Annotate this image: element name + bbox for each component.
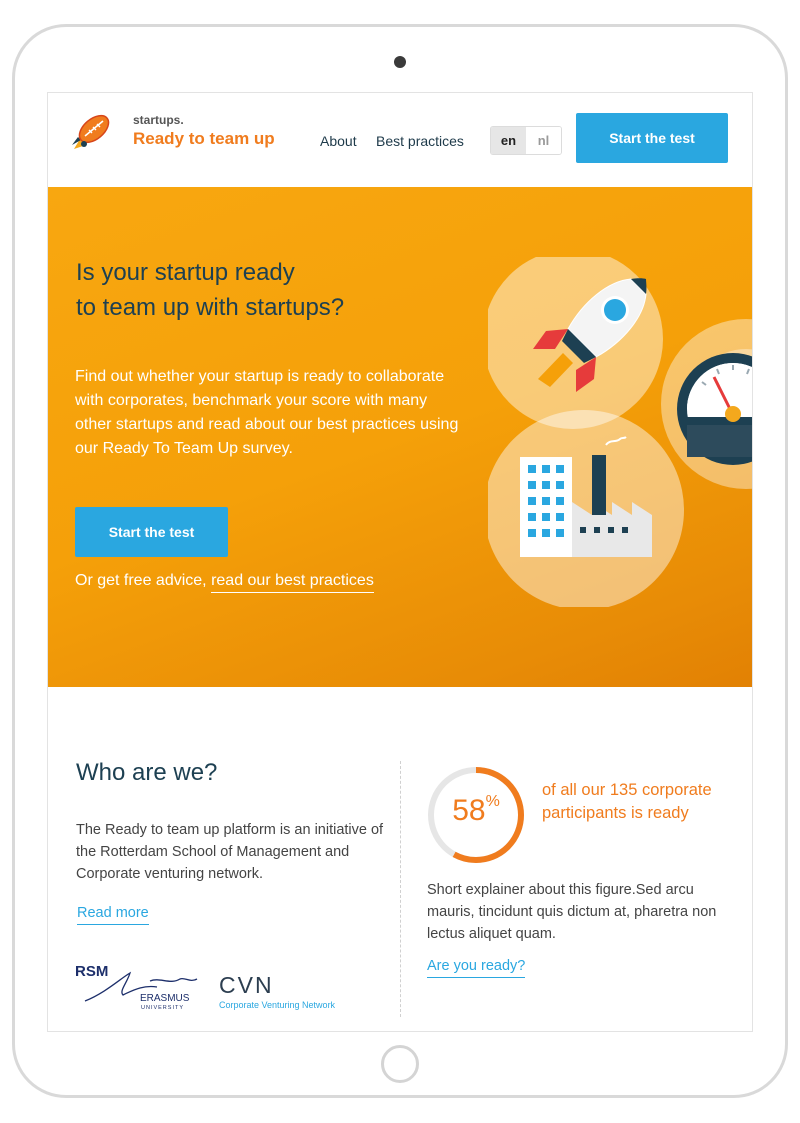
advice-prefix: Or get free advice, (75, 572, 212, 589)
hero-advice: Or get free advice, read our best practi… (75, 572, 374, 593)
home-button[interactable] (381, 1045, 419, 1083)
hero-illustration (488, 257, 752, 607)
nav-best-practices[interactable]: Best practices (376, 133, 464, 149)
start-test-button-hero[interactable]: Start the test (75, 507, 228, 557)
svg-text:CVN: CVN (219, 973, 274, 998)
are-you-ready-link[interactable]: Are you ready? (427, 958, 526, 978)
start-test-button-header[interactable]: Start the test (576, 113, 728, 163)
hero-title-line1: Is your startup ready (76, 259, 295, 286)
svg-text:ERASMUS: ERASMUS (140, 993, 190, 1004)
cvn-logo[interactable]: CVN Corporate Venturing Network (218, 973, 378, 1013)
stat-explainer: Short explainer about this figure.Sed ar… (427, 882, 717, 942)
screen: startups. Ready to team up About Best pr… (47, 92, 753, 1032)
hero-title-line2: to team up with startups? (76, 294, 345, 321)
stat-caption: of all our 135 corporate participants is… (542, 781, 712, 822)
site-header: startups. Ready to team up About Best pr… (48, 93, 752, 187)
hero-title: Is your startup ready to team up with st… (76, 255, 456, 325)
svg-text:RSM: RSM (75, 963, 108, 980)
column-divider (400, 761, 401, 1017)
best-practices-link[interactable]: read our best practices (211, 572, 374, 593)
hero-section: Is your startup ready to team up with st… (48, 187, 752, 687)
language-switch: en nl (490, 126, 562, 155)
rsm-erasmus-logo[interactable]: RSM ERASMUS UNIVERSITY (75, 959, 205, 1011)
brand-title[interactable]: Ready to team up (133, 129, 275, 149)
stat-number: 58 (452, 794, 486, 827)
lang-en[interactable]: en (491, 127, 526, 154)
nav-about[interactable]: About (320, 133, 357, 149)
camera (394, 56, 406, 68)
who-title: Who are we? (76, 759, 218, 786)
lang-nl[interactable]: nl (526, 127, 561, 154)
rocket-ball-logo-icon[interactable] (68, 109, 114, 155)
svg-text:Corporate Venturing Network: Corporate Venturing Network (219, 1000, 336, 1010)
read-more-link[interactable]: Read more (77, 905, 149, 925)
brand-tagline: startups. (133, 113, 184, 127)
svg-text:UNIVERSITY: UNIVERSITY (141, 1005, 184, 1011)
stat-value: 58% (426, 793, 526, 828)
who-text: The Ready to team up platform is an init… (76, 822, 384, 882)
stat-unit: % (485, 793, 500, 810)
hero-description: Find out whether your startup is ready t… (75, 368, 459, 457)
